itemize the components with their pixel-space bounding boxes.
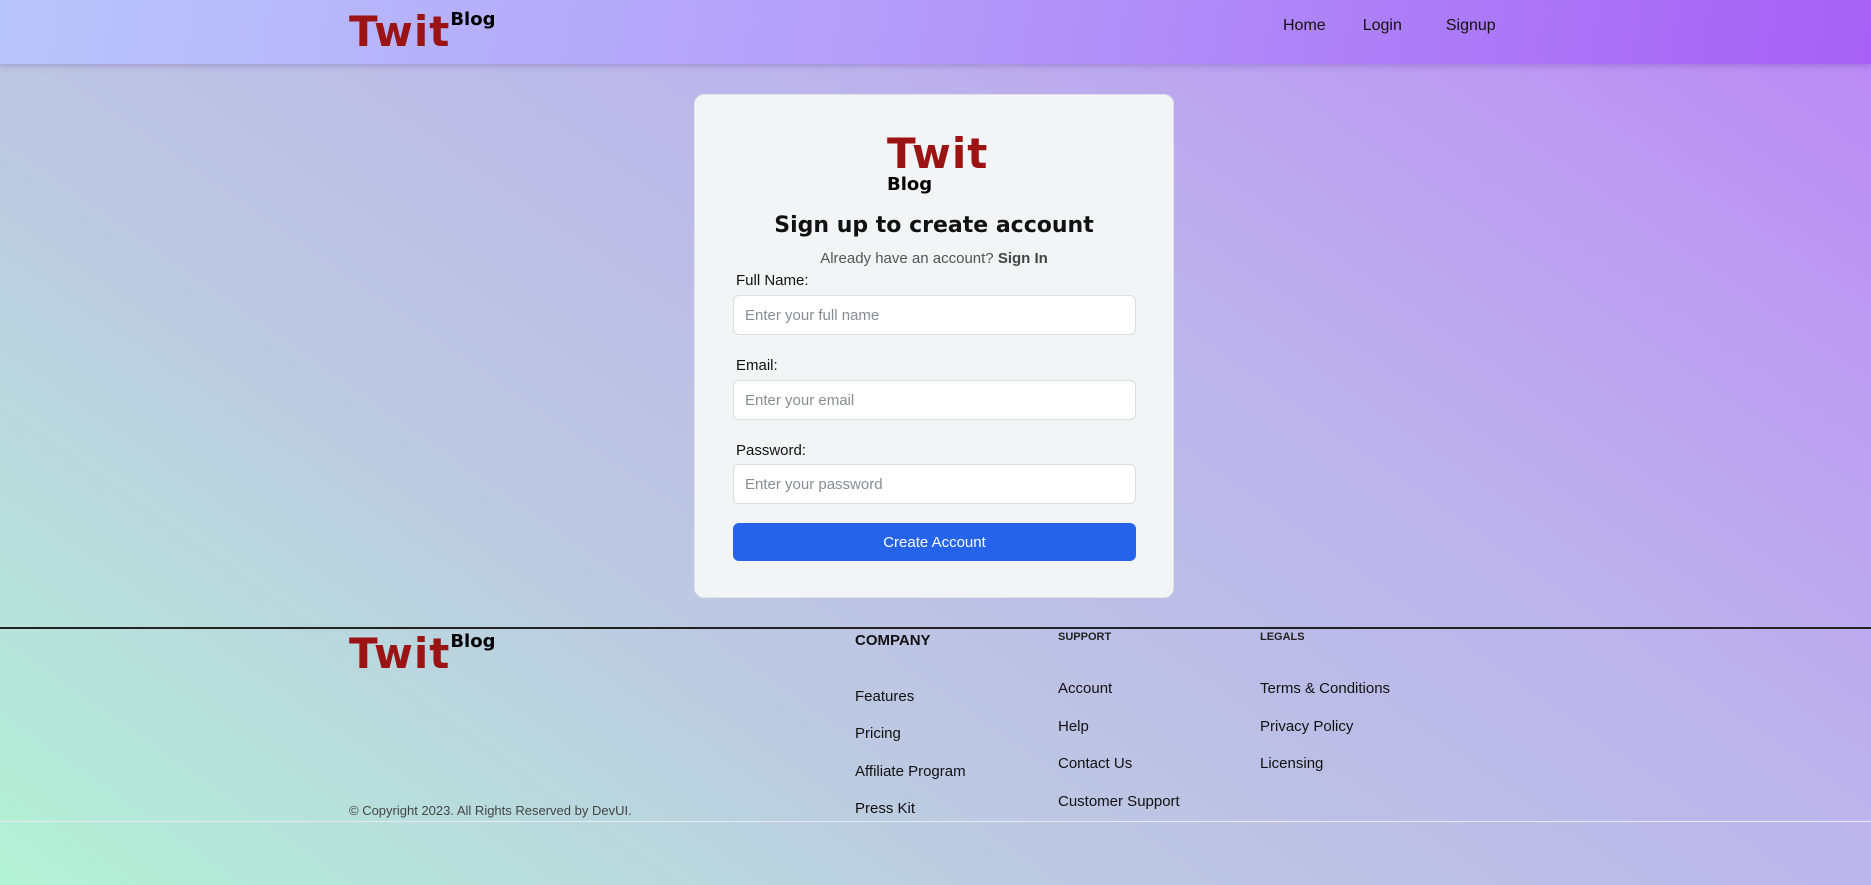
footer-link-press-kit[interactable]: Press Kit — [855, 800, 915, 817]
legals-heading: LEGALS — [1260, 631, 1305, 643]
copyright-text: © Copyright 2023. All Rights Reserved by… — [349, 803, 632, 818]
footer-link-affiliate-program[interactable]: Affiliate Program — [855, 763, 966, 780]
nav-login-link[interactable]: Login — [1363, 17, 1402, 35]
footer-bottom-divider — [0, 821, 1871, 822]
password-input[interactable] — [733, 464, 1136, 504]
footer-logo[interactable]: Twit Blog — [349, 633, 495, 675]
header-logo[interactable]: Twit Blog — [349, 11, 495, 53]
logo-blog: Blog — [450, 9, 496, 30]
footer-divider — [0, 627, 1871, 629]
card-logo-blog: Blog — [887, 174, 933, 195]
fullname-input[interactable] — [733, 295, 1136, 335]
signup-title: Sign up to create account — [774, 213, 1094, 238]
nav-signup-link[interactable]: Signup — [1446, 17, 1496, 35]
company-heading: COMPANY — [855, 632, 931, 649]
footer-link-privacy-policy[interactable]: Privacy Policy — [1260, 718, 1353, 735]
password-label: Password: — [736, 442, 807, 459]
support-heading: SUPPORT — [1058, 631, 1112, 643]
card-logo-twit: Twit — [887, 129, 989, 178]
footer-link-features[interactable]: Features — [855, 688, 914, 705]
signin-prompt: Already have an account? Sign In — [695, 250, 1173, 267]
footer-link-terms-conditions[interactable]: Terms & Conditions — [1260, 680, 1390, 697]
top-navbar: Twit Blog Home Login Signup — [0, 0, 1871, 64]
footer-link-licensing[interactable]: Licensing — [1260, 755, 1323, 772]
footer-link-account[interactable]: Account — [1058, 680, 1112, 697]
footer-link-customer-support[interactable]: Customer Support — [1058, 793, 1180, 810]
nav-links: Home Login Signup — [1283, 17, 1496, 35]
logo-twit: Twit — [349, 7, 451, 56]
footer-logo-blog: Blog — [450, 631, 496, 652]
signin-link[interactable]: Sign In — [998, 250, 1048, 267]
footer-link-help[interactable]: Help — [1058, 718, 1089, 735]
create-account-button[interactable]: Create Account — [733, 523, 1136, 561]
footer-link-contact-us[interactable]: Contact Us — [1058, 755, 1132, 772]
fullname-label: Full Name: — [736, 272, 809, 289]
footer-logo-twit: Twit — [349, 629, 451, 678]
footer-link-pricing[interactable]: Pricing — [855, 725, 901, 742]
signin-prompt-text: Already have an account? — [820, 250, 994, 267]
email-input[interactable] — [733, 380, 1136, 420]
card-logo: Twit Blog — [887, 133, 1007, 195]
email-label: Email: — [736, 357, 778, 374]
signup-card: Twit Blog Sign up to create account Alre… — [694, 94, 1174, 598]
nav-home-link[interactable]: Home — [1283, 17, 1326, 35]
